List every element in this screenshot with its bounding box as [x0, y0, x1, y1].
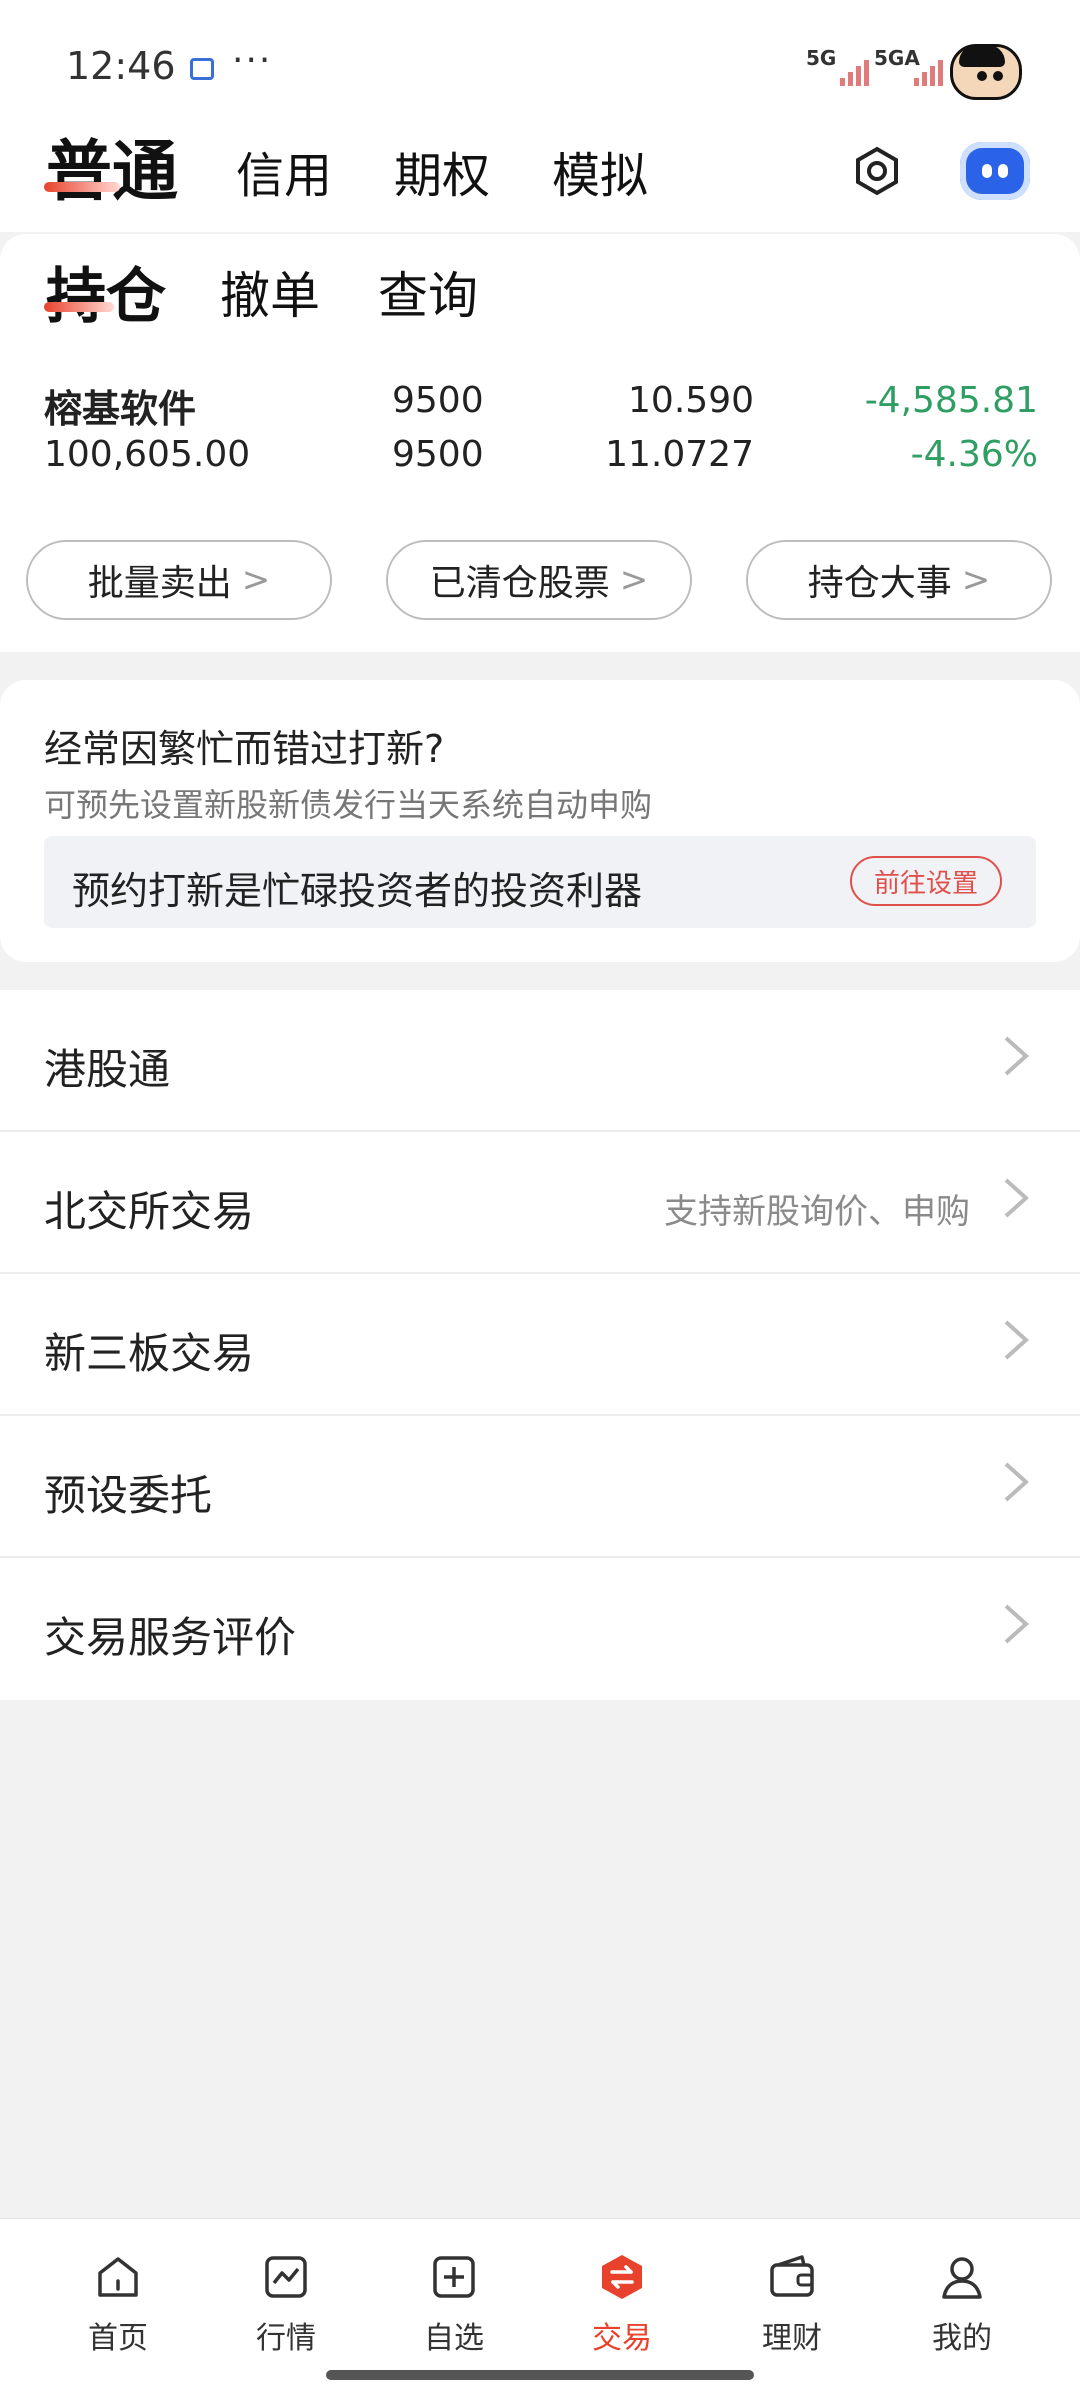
- list-item-label: 北交所交易: [44, 1187, 255, 1236]
- signal-icon: [840, 56, 869, 86]
- nav-watchlist-label: 自选: [424, 2321, 484, 2356]
- nav-wealth[interactable]: 理财: [712, 2237, 872, 2357]
- list-item-preset-orders[interactable]: 预设委托: [0, 1416, 1080, 1558]
- list-item-hk-connect[interactable]: 港股通: [0, 990, 1080, 1132]
- market-chart-icon: [265, 2256, 307, 2298]
- nav-watchlist[interactable]: 自选: [374, 2237, 534, 2357]
- cleared-stocks-label: 已清仓股票: [429, 563, 610, 604]
- nav-trade[interactable]: 交易: [542, 2237, 702, 2357]
- position-events-button[interactable]: 持仓大事 >: [746, 540, 1052, 620]
- profit-loss: -4,585.81: [864, 380, 1038, 421]
- chevron-right-icon: [1004, 1178, 1029, 1218]
- tab-simulated[interactable]: 模拟: [552, 136, 648, 206]
- available-qty: 9500: [392, 434, 484, 475]
- market-value: 100,605.00: [44, 434, 251, 475]
- list-item-hint: 支持新股询价、申购: [664, 1192, 970, 1232]
- list-item-label: 港股通: [44, 1045, 171, 1094]
- status-time: 12:46: [66, 44, 176, 88]
- home-icon: [98, 2257, 138, 2297]
- tab-normal[interactable]: 普通: [46, 118, 178, 214]
- nav-market[interactable]: 行情: [206, 2237, 366, 2357]
- nav-trade-label: 交易: [592, 2321, 652, 2356]
- active-tab-indicator: [44, 182, 120, 192]
- subtab-query[interactable]: 查询: [378, 256, 478, 328]
- batch-sell-label: 批量卖出: [87, 563, 232, 604]
- nav-wealth-label: 理财: [762, 2321, 822, 2356]
- chevron-right-icon: [1004, 1604, 1029, 1644]
- ipo-banner-text: 预约打新是忙碌投资者的投资利器: [72, 869, 643, 913]
- header-area: 12:46 ··· 5G 5GA 普通 信用 期权 模拟: [0, 0, 1080, 232]
- ipo-subtitle: 可预先设置新股新债发行当天系统自动申购: [44, 786, 653, 824]
- profit-loss-pct: -4.36%: [910, 434, 1038, 475]
- position-events-label: 持仓大事: [807, 563, 952, 604]
- chevron-right-icon: >: [241, 560, 271, 600]
- nav-home[interactable]: 首页: [38, 2237, 198, 2357]
- list-item-label: 交易服务评价: [44, 1613, 297, 1662]
- trade-services-list: 港股通 北交所交易 支持新股询价、申购 新三板交易 预设委托 交易服务评价: [0, 990, 1080, 1700]
- tab-options[interactable]: 期权: [394, 136, 490, 206]
- add-watchlist-icon: [433, 2256, 475, 2298]
- chevron-right-icon: [1004, 1320, 1029, 1360]
- ipo-promo-card: 经常因繁忙而错过打新? 可预先设置新股新债发行当天系统自动申购 预约打新是忙碌投…: [0, 680, 1080, 962]
- ipo-title: 经常因繁忙而错过打新?: [44, 727, 445, 771]
- network-5g-label: 5G: [806, 46, 837, 70]
- nav-profile-label: 我的: [932, 2321, 992, 2356]
- subtab-positions[interactable]: 持仓: [46, 248, 166, 335]
- ai-assistant-robot-icon[interactable]: [960, 142, 1030, 200]
- list-item-label: 新三板交易: [44, 1329, 255, 1378]
- cleared-stocks-button[interactable]: 已清仓股票 >: [386, 540, 692, 620]
- settings-hexagon-icon[interactable]: [852, 146, 902, 196]
- camera-icon: [190, 58, 214, 80]
- user-profile-icon: [942, 2257, 982, 2299]
- subtab-indicator: [44, 302, 114, 312]
- status-more-dots: ···: [232, 40, 273, 81]
- nav-home-label: 首页: [88, 2321, 148, 2356]
- network-5ga-label: 5GA: [874, 46, 920, 70]
- holdings-panel: 持仓 撤单 查询 榕基软件 100,605.00 9500 9500 10.59…: [0, 234, 1080, 652]
- cost-price: 11.0727: [605, 434, 754, 475]
- stock-name: 榕基软件: [44, 387, 197, 431]
- holding-qty: 9500: [392, 380, 484, 421]
- nav-market-label: 行情: [256, 2321, 316, 2356]
- tab-credit[interactable]: 信用: [236, 136, 332, 206]
- batch-sell-button[interactable]: 批量卖出 >: [26, 540, 332, 620]
- nav-profile[interactable]: 我的: [882, 2237, 1042, 2357]
- trade-exchange-icon: [602, 2255, 642, 2299]
- ipo-banner[interactable]: 预约打新是忙碌投资者的投资利器 前往设置: [44, 836, 1036, 928]
- chevron-right-icon: >: [619, 560, 649, 600]
- current-price: 10.590: [628, 380, 754, 421]
- wallet-icon: [770, 2255, 814, 2297]
- list-item-label: 预设委托: [44, 1471, 213, 1520]
- list-item-neeq-trading[interactable]: 新三板交易: [0, 1274, 1080, 1416]
- signal-icon-2: [914, 56, 943, 86]
- chevron-right-icon: >: [961, 560, 991, 600]
- chevron-right-icon: [1004, 1036, 1029, 1076]
- go-settings-button[interactable]: 前往设置: [850, 856, 1002, 906]
- list-item-service-rating[interactable]: 交易服务评价: [0, 1558, 1080, 1700]
- list-item-bse-trading[interactable]: 北交所交易 支持新股询价、申购: [0, 1132, 1080, 1274]
- status-sticker-avatar: [950, 44, 1022, 100]
- subtab-cancel-order[interactable]: 撤单: [220, 256, 320, 328]
- chevron-right-icon: [1004, 1462, 1029, 1502]
- home-indicator[interactable]: [326, 2370, 754, 2380]
